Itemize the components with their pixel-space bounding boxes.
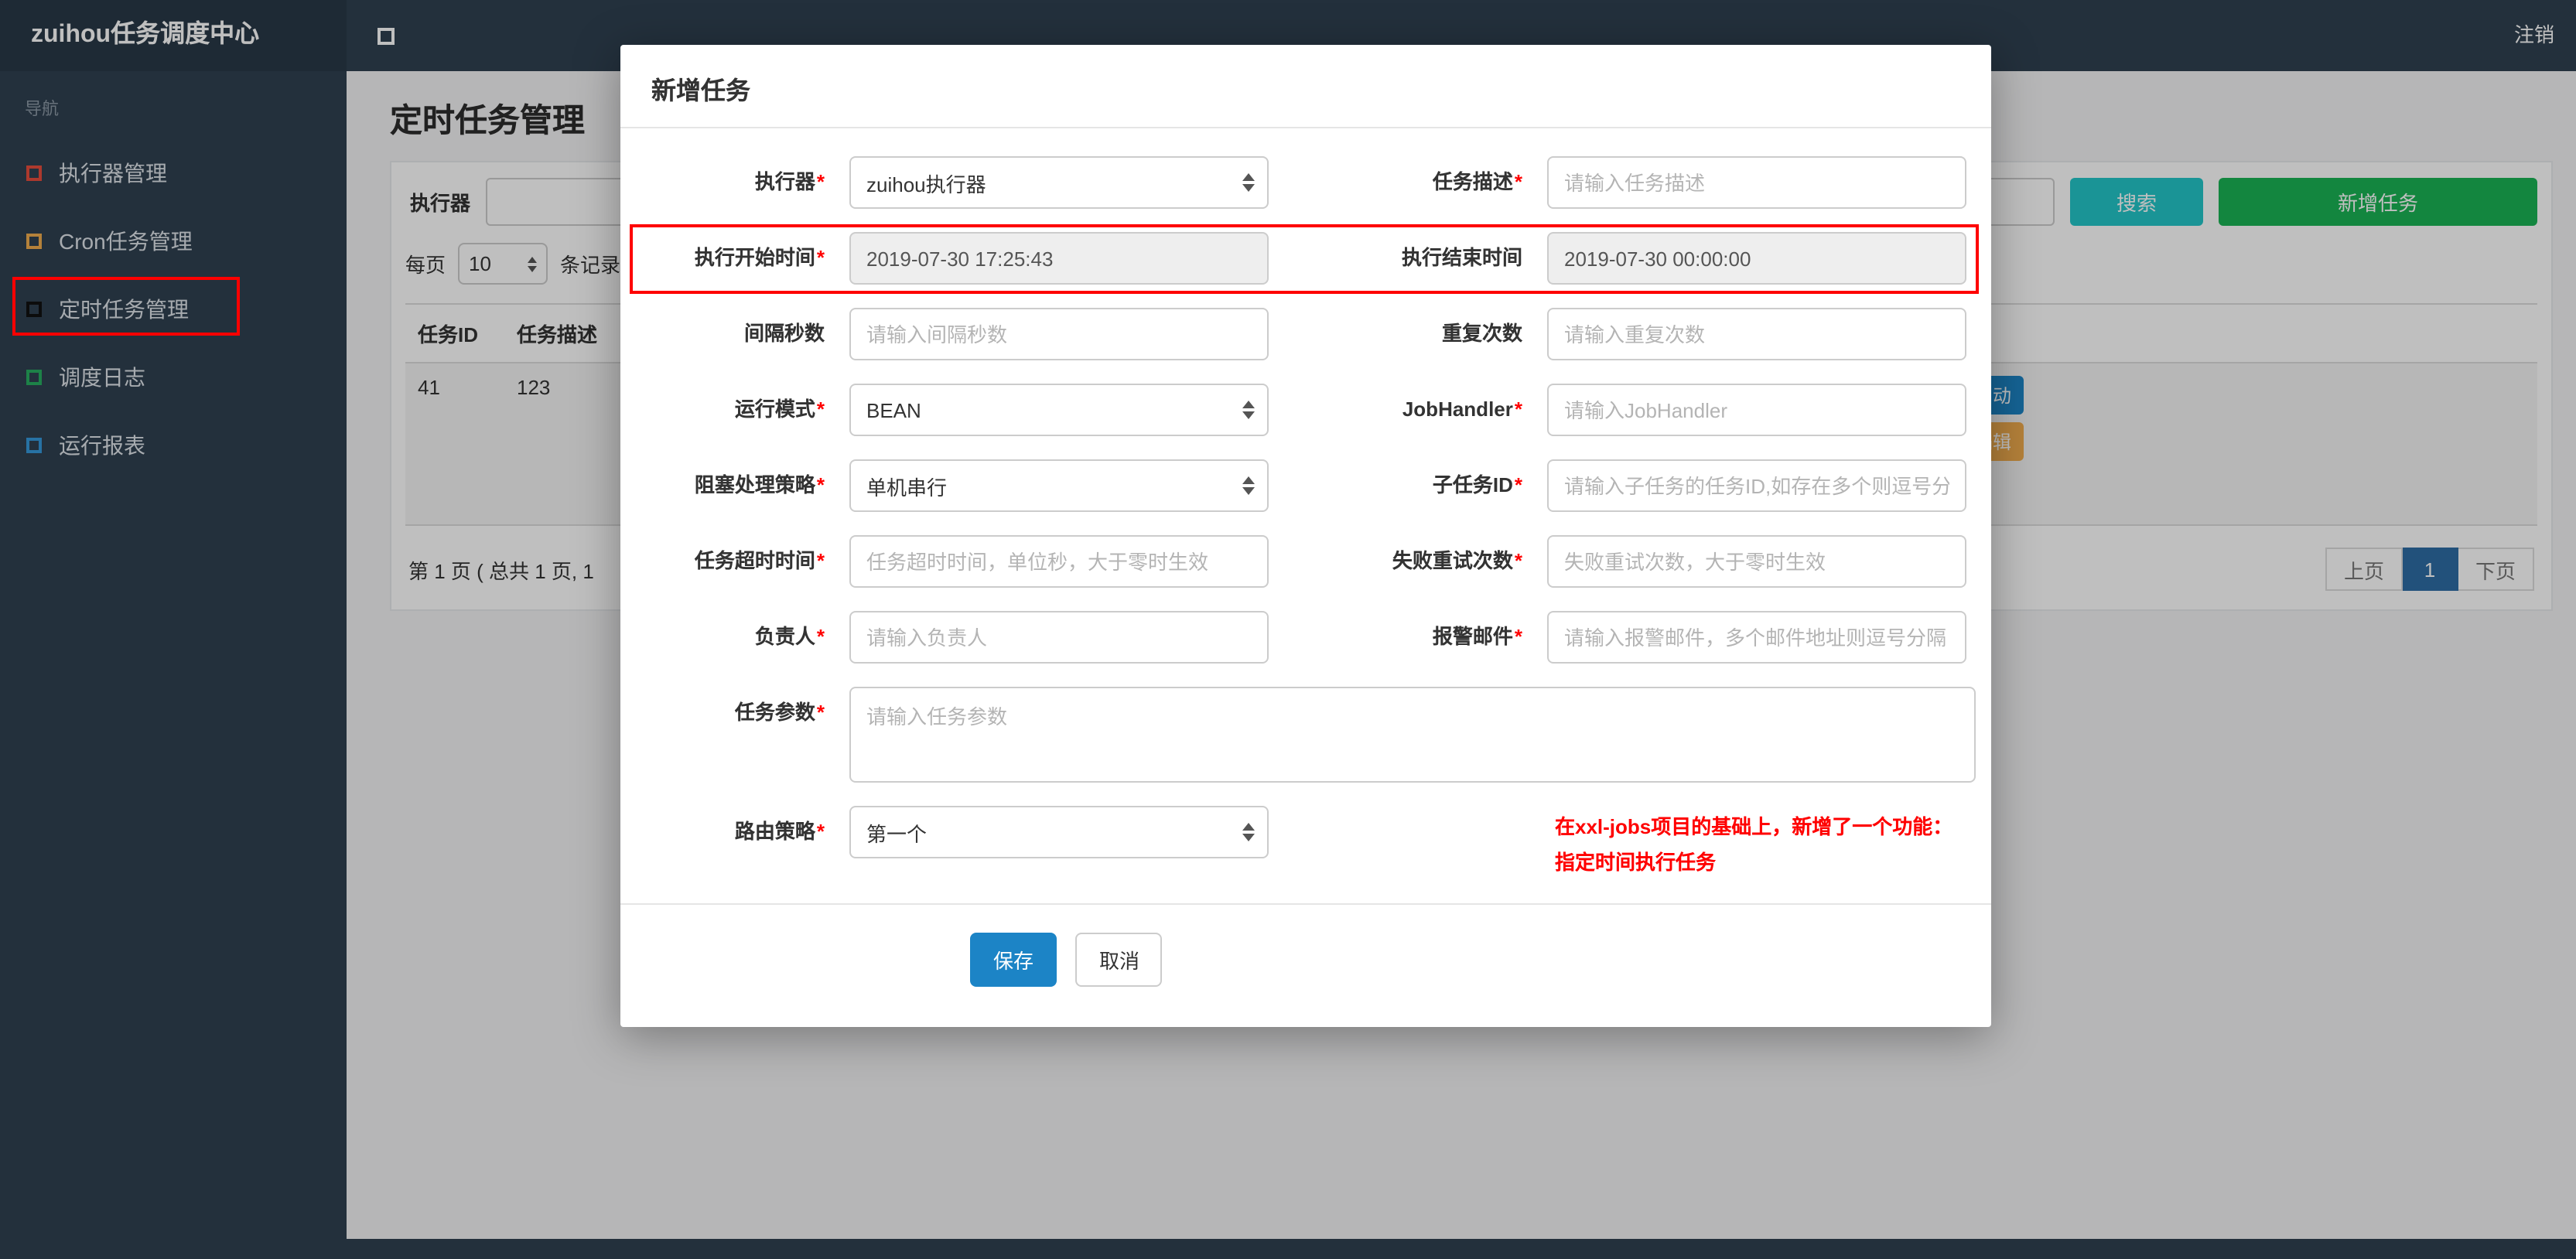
select-arrows-icon (1242, 823, 1255, 841)
executor-select-value: zuihou执行器 (866, 172, 986, 196)
job-param-label: 任务参数 * (734, 701, 825, 724)
save-button[interactable]: 保存 (970, 933, 1057, 987)
modal-title: 新增任务 (620, 45, 1991, 128)
select-arrows-icon (1242, 173, 1255, 192)
block-strategy-select-value: 单机串行 (866, 476, 948, 499)
glue-type-label: 运行模式 * (734, 397, 825, 421)
modal-footer: 保存 取消 (620, 905, 1991, 1027)
job-desc-input[interactable] (1547, 156, 1966, 209)
form-row: 负责人* 报警邮件* (620, 611, 1991, 664)
route-note-line2: 指定时间执行任务 (1555, 851, 1717, 874)
form-row-route: 路由策略 * 第一个 在xxl-jobs项目的基础上，新增了一个功能： 指定时间执… (620, 806, 1991, 880)
author-label: 负责人 * (754, 625, 825, 648)
block-strategy-select[interactable]: 单机串行 (849, 459, 1269, 512)
fail-retry-input[interactable] (1547, 535, 1966, 588)
job-desc-label: 任务描述 * (1432, 170, 1522, 193)
alarm-email-input[interactable] (1547, 611, 1966, 664)
repeat-input[interactable] (1547, 308, 1966, 360)
add-job-modal: 新增任务 执行器* zuihou执行器 任务描述* 执行开始时间* 执行结束时间 (620, 45, 1991, 1027)
select-arrows-icon (1242, 401, 1255, 419)
modal-body: 执行器* zuihou执行器 任务描述* 执行开始时间* 执行结束时间 间 (620, 128, 1991, 1027)
job-param-textarea[interactable] (849, 687, 1976, 783)
fail-retry-label: 失败重试次数 * (1392, 549, 1522, 572)
executor-label: 执行器 * (754, 170, 825, 193)
form-row: 执行器 * zuihou执行器 任务描述 * (620, 156, 1991, 209)
child-job-input[interactable] (1547, 459, 1966, 512)
route-note: 在xxl-jobs项目的基础上，新增了一个功能： 指定时间执行任务 (1555, 806, 1952, 880)
form-row: 运行模式 * BEAN JobHandler * (620, 384, 1991, 436)
app-root: zuihou任务调度中心 注销 导航 执行器管理 Cron任务管理 定时任务管理… (0, 0, 2576, 1259)
glue-type-select-value: BEAN (866, 398, 921, 421)
end-time-input[interactable] (1547, 232, 1966, 285)
interval-label: 间隔秒数 (743, 322, 825, 345)
end-time-label: 执行结束时间 (1401, 246, 1522, 269)
executor-select[interactable]: zuihou执行器 (849, 156, 1269, 209)
route-note-line1: 在xxl-jobs项目的基础上，新增了一个功能： (1555, 815, 1953, 838)
interval-input[interactable] (849, 308, 1269, 360)
form-row: 阻塞处理策略 * 单机串行 子任务ID * (620, 459, 1991, 512)
route-strategy-select[interactable]: 第一个 (849, 806, 1269, 858)
form-row-param: 任务参数 * (620, 687, 1991, 783)
timeout-input[interactable] (849, 535, 1269, 588)
glue-type-select[interactable]: BEAN (849, 384, 1269, 436)
form-row: 间隔秒数 重复次数 (620, 308, 1991, 360)
timeout-label: 任务超时时间 * (694, 549, 825, 572)
route-strategy-label: 路由策略 * (734, 820, 825, 843)
start-time-input[interactable] (849, 232, 1269, 285)
start-time-label: 执行开始时间 * (694, 246, 825, 269)
form-row: 任务超时时间* 失败重试次数* (620, 535, 1991, 588)
form-row-time: 执行开始时间* 执行结束时间 (620, 224, 1991, 294)
repeat-label: 重复次数 (1441, 322, 1522, 345)
route-strategy-select-value: 第一个 (866, 822, 928, 845)
child-job-label: 子任务ID * (1432, 473, 1522, 496)
jobhandler-input[interactable] (1547, 384, 1966, 436)
author-input[interactable] (849, 611, 1269, 664)
alarm-email-label: 报警邮件 * (1432, 625, 1522, 648)
cancel-button[interactable]: 取消 (1075, 933, 1163, 987)
block-strategy-label: 阻塞处理策略 * (694, 473, 825, 496)
select-arrows-icon (1242, 476, 1255, 495)
jobhandler-label: JobHandler * (1402, 397, 1522, 421)
